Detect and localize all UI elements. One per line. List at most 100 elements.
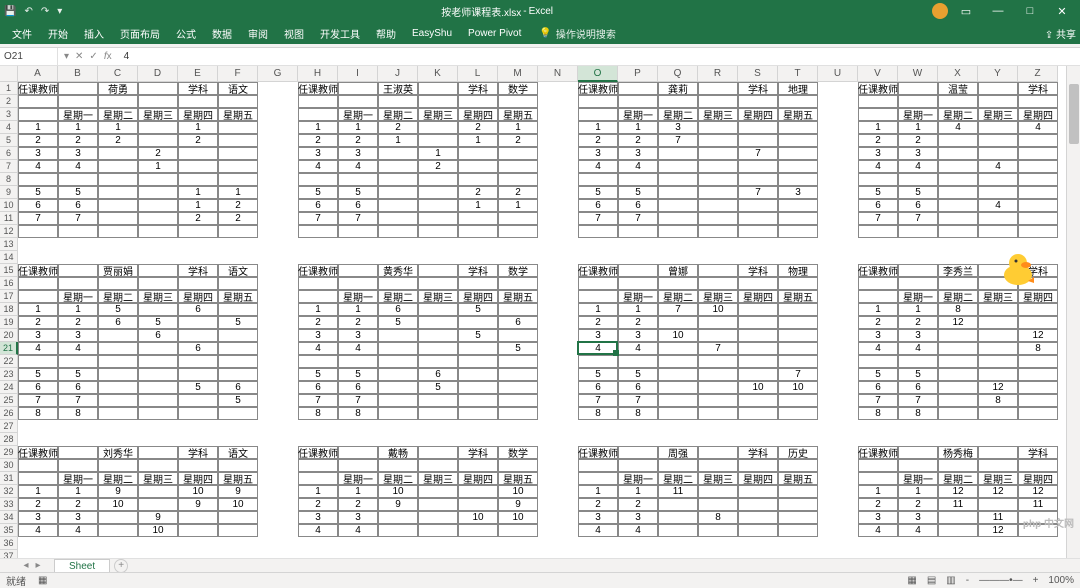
cell[interactable] — [738, 121, 778, 134]
cell[interactable] — [698, 329, 738, 342]
cell[interactable]: 8 — [618, 407, 658, 420]
cell[interactable]: 星期三 — [418, 108, 458, 121]
row-header-1[interactable]: 1 — [0, 82, 18, 95]
row-header-16[interactable]: 16 — [0, 277, 18, 290]
cell[interactable]: 2 — [458, 186, 498, 199]
cell[interactable] — [1018, 394, 1058, 407]
cell[interactable]: 1 — [418, 147, 458, 160]
cell[interactable]: 1 — [898, 303, 938, 316]
cell[interactable] — [938, 225, 978, 238]
ribbon-tab-10[interactable]: EasyShu — [404, 22, 460, 44]
col-header-Q[interactable]: Q — [658, 66, 698, 82]
cell[interactable] — [218, 407, 258, 420]
cell[interactable]: 2 — [18, 498, 58, 511]
cell[interactable] — [418, 511, 458, 524]
cell[interactable]: 任课教师 — [858, 264, 898, 277]
cell[interactable]: 2 — [178, 212, 218, 225]
cell[interactable]: 星期二 — [658, 472, 698, 485]
cell[interactable]: 戴畅 — [378, 446, 418, 459]
row-header-21[interactable]: 21 — [0, 342, 18, 355]
row-header-34[interactable]: 34 — [0, 511, 18, 524]
cell[interactable]: 星期三 — [978, 472, 1018, 485]
ribbon-tab-0[interactable]: 文件 — [4, 22, 40, 44]
cell[interactable]: 星期五 — [498, 472, 538, 485]
cell[interactable]: 6 — [378, 303, 418, 316]
cell[interactable] — [378, 407, 418, 420]
cell[interactable]: 3 — [578, 147, 618, 160]
cell[interactable]: 6 — [418, 368, 458, 381]
cell[interactable]: 4 — [1018, 121, 1058, 134]
cell[interactable] — [698, 212, 738, 225]
cell[interactable]: 星期一 — [898, 108, 938, 121]
cell[interactable]: 8 — [898, 407, 938, 420]
cell[interactable] — [578, 108, 618, 121]
cell[interactable]: 2 — [98, 134, 138, 147]
cell[interactable]: 8 — [938, 303, 978, 316]
cell[interactable]: 1 — [338, 485, 378, 498]
cell[interactable]: 4 — [58, 342, 98, 355]
row-header-12[interactable]: 12 — [0, 225, 18, 238]
cell[interactable]: 王淑英 — [378, 82, 418, 95]
cell[interactable]: 5 — [298, 186, 338, 199]
cell[interactable]: 6 — [898, 381, 938, 394]
cell[interactable]: 1 — [218, 186, 258, 199]
ribbon-tab-2[interactable]: 插入 — [76, 22, 112, 44]
cell[interactable] — [218, 134, 258, 147]
cell[interactable] — [978, 82, 1018, 95]
cell[interactable] — [498, 524, 538, 537]
cell[interactable]: 2 — [58, 316, 98, 329]
cell[interactable] — [738, 329, 778, 342]
cell[interactable] — [418, 134, 458, 147]
cell[interactable]: 5 — [458, 329, 498, 342]
cell[interactable]: 任课教师 — [298, 264, 338, 277]
cell[interactable]: 1 — [58, 485, 98, 498]
cell[interactable] — [218, 368, 258, 381]
cell[interactable]: 4 — [338, 524, 378, 537]
cell[interactable]: 2 — [298, 134, 338, 147]
cell[interactable] — [938, 407, 978, 420]
cell[interactable]: 2 — [578, 316, 618, 329]
row-header-33[interactable]: 33 — [0, 498, 18, 511]
cell[interactable] — [178, 355, 218, 368]
cell[interactable]: 6 — [218, 381, 258, 394]
cell[interactable] — [378, 147, 418, 160]
cell[interactable]: 6 — [298, 381, 338, 394]
col-header-X[interactable]: X — [938, 66, 978, 82]
row-header-8[interactable]: 8 — [0, 173, 18, 186]
cell[interactable]: 2 — [498, 186, 538, 199]
cell[interactable] — [698, 394, 738, 407]
cell[interactable]: 1 — [898, 485, 938, 498]
cell[interactable]: 4 — [58, 160, 98, 173]
zoom-out-button[interactable]: - — [966, 575, 969, 586]
cell[interactable] — [578, 173, 618, 186]
cell[interactable] — [58, 82, 98, 95]
row-header-31[interactable]: 31 — [0, 472, 18, 485]
row-header-23[interactable]: 23 — [0, 368, 18, 381]
cell[interactable]: 学科 — [458, 264, 498, 277]
cell[interactable] — [98, 394, 138, 407]
cell[interactable] — [138, 368, 178, 381]
cell[interactable] — [458, 212, 498, 225]
cell[interactable] — [858, 225, 898, 238]
cell[interactable]: 11 — [1018, 498, 1058, 511]
cell[interactable]: 星期四 — [1018, 472, 1058, 485]
col-header-U[interactable]: U — [818, 66, 858, 82]
cell[interactable] — [698, 147, 738, 160]
fx-icon[interactable]: fx — [104, 51, 112, 62]
cell[interactable]: 9 — [98, 485, 138, 498]
row-header-9[interactable]: 9 — [0, 186, 18, 199]
cell[interactable]: 9 — [178, 498, 218, 511]
cell[interactable]: 7 — [698, 342, 738, 355]
cell[interactable] — [98, 212, 138, 225]
cell[interactable]: 星期二 — [938, 290, 978, 303]
cell[interactable] — [58, 173, 98, 186]
row-header-6[interactable]: 6 — [0, 147, 18, 160]
cell[interactable]: 4 — [978, 160, 1018, 173]
cell[interactable]: 星期二 — [938, 108, 978, 121]
cell[interactable]: 4 — [898, 160, 938, 173]
row-header-4[interactable]: 4 — [0, 121, 18, 134]
cell[interactable] — [578, 472, 618, 485]
cell[interactable] — [18, 290, 58, 303]
cell[interactable] — [458, 316, 498, 329]
cell[interactable] — [778, 160, 818, 173]
